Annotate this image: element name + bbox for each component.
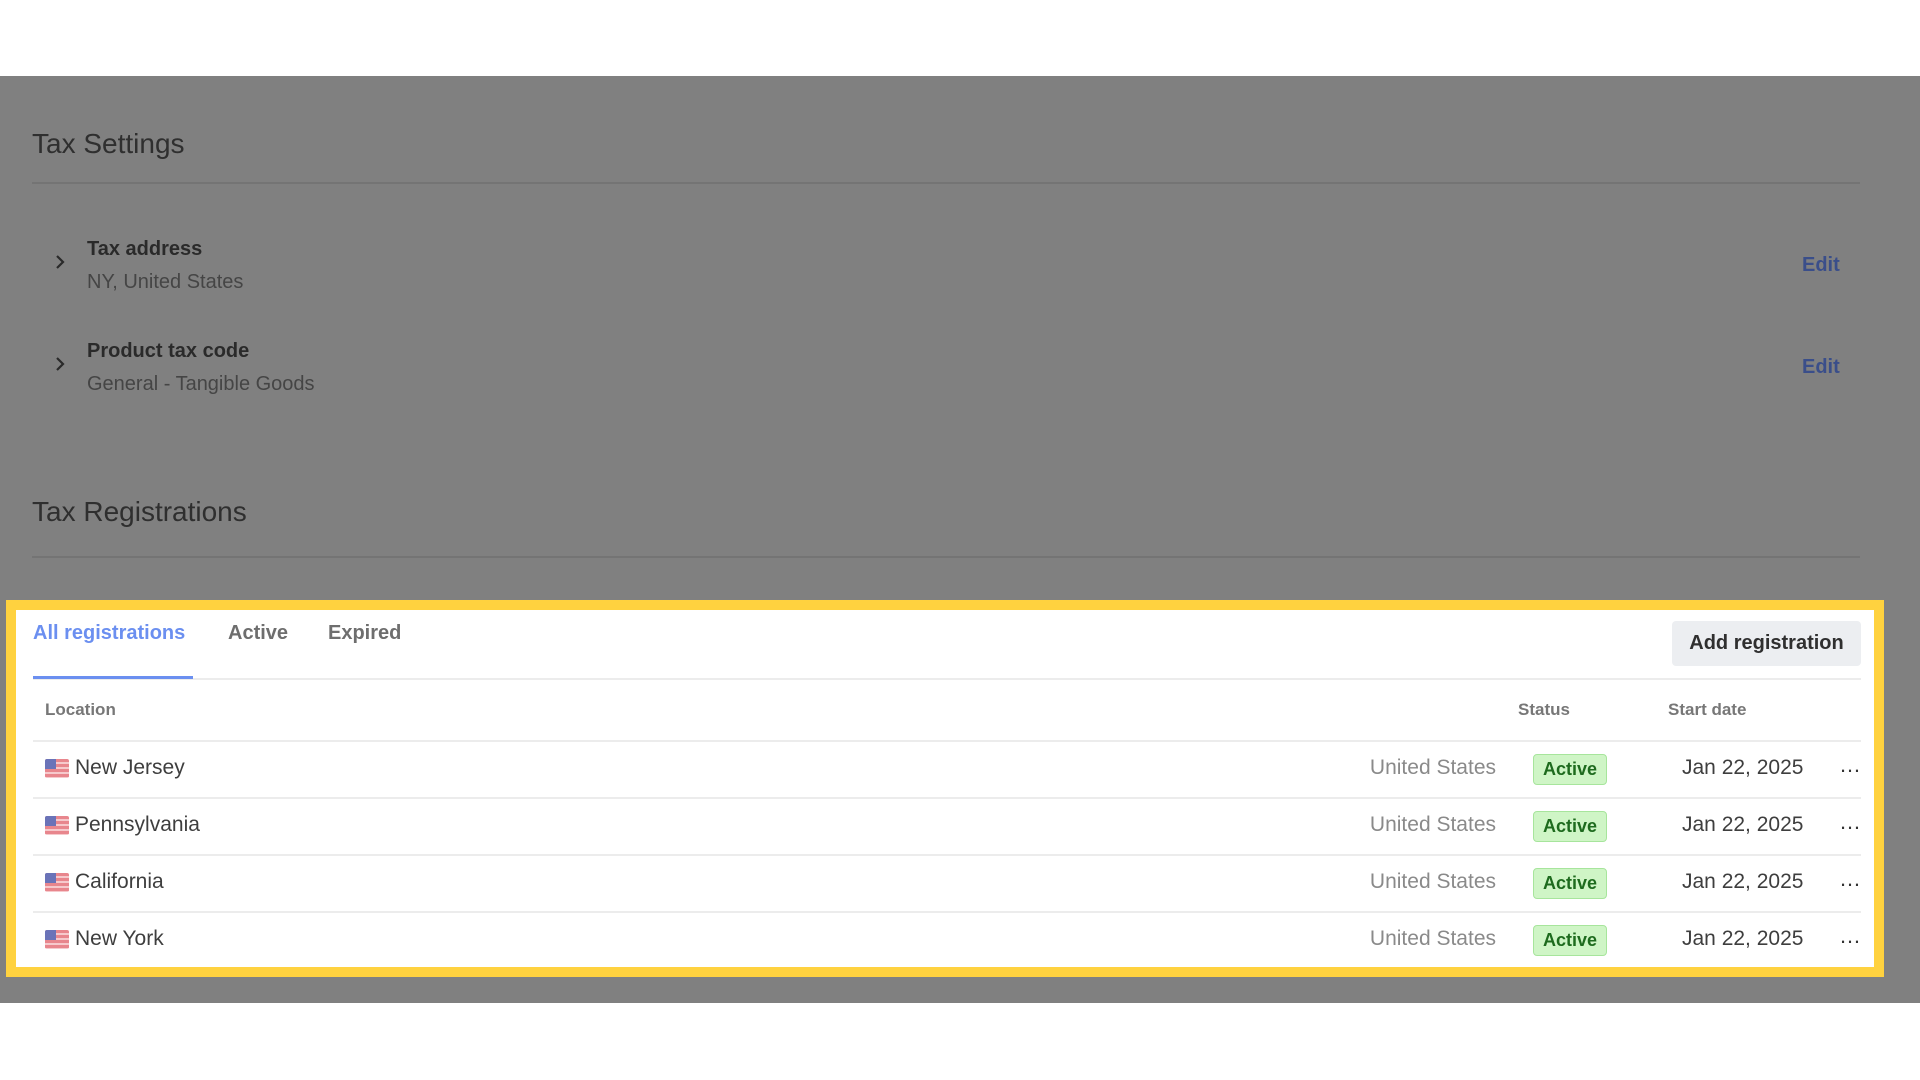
add-registration-button[interactable]: Add registration (1672, 621, 1861, 666)
more-options-icon[interactable]: … (1839, 866, 1862, 892)
more-options-icon[interactable]: … (1839, 923, 1862, 949)
column-header-status[interactable]: Status (1518, 700, 1570, 720)
start-date: Jan 22, 2025 (1682, 927, 1804, 950)
edit-tax-address-link[interactable]: Edit (1802, 254, 1840, 277)
status-badge: Active (1533, 868, 1607, 899)
tab-active[interactable]: Active (228, 622, 288, 645)
table-row[interactable]: New York United States Active Jan 22, 20… (33, 913, 1861, 968)
start-date: Jan 22, 2025 (1682, 813, 1804, 836)
edit-product-tax-code-link[interactable]: Edit (1802, 356, 1840, 379)
column-header-location[interactable]: Location (45, 700, 116, 720)
divider (32, 182, 1860, 184)
table-row[interactable]: New Jersey United States Active Jan 22, … (33, 742, 1861, 797)
more-options-icon[interactable]: … (1839, 809, 1862, 835)
us-flag-icon (45, 873, 69, 892)
product-tax-code-setting[interactable]: Product tax code General - Tangible Good… (0, 340, 1920, 410)
product-tax-code-label: Product tax code (87, 340, 250, 362)
location-name: New York (75, 927, 164, 950)
tax-address-value: NY, United States (87, 271, 244, 293)
us-flag-icon (45, 759, 69, 778)
status-badge: Active (1533, 811, 1607, 842)
more-options-icon[interactable]: … (1839, 752, 1862, 778)
column-header-start-date[interactable]: Start date (1668, 700, 1746, 720)
country-name: United States (1369, 756, 1496, 779)
country-name: United States (1369, 927, 1496, 950)
registrations-panel: All registrations Active Expired Add reg… (16, 610, 1874, 967)
table-row[interactable]: Pennsylvania United States Active Jan 22… (33, 799, 1861, 854)
start-date: Jan 22, 2025 (1682, 870, 1804, 893)
status-badge: Active (1533, 925, 1607, 956)
active-tab-indicator (33, 676, 193, 679)
location-name: New Jersey (75, 756, 185, 779)
country-name: United States (1369, 813, 1496, 836)
location-name: Pennsylvania (75, 813, 200, 836)
us-flag-icon (45, 930, 69, 949)
tax-settings-title: Tax Settings (32, 128, 185, 159)
tab-expired[interactable]: Expired (328, 622, 401, 645)
status-badge: Active (1533, 754, 1607, 785)
tax-address-setting[interactable]: Tax address NY, United States Edit (0, 238, 1920, 308)
tax-registrations-title: Tax Registrations (32, 496, 247, 527)
divider (32, 556, 1860, 558)
tax-address-label: Tax address (87, 238, 203, 260)
country-name: United States (1369, 870, 1496, 893)
tab-all-registrations[interactable]: All registrations (33, 622, 185, 645)
table-row[interactable]: California United States Active Jan 22, … (33, 856, 1861, 911)
chevron-right-icon[interactable] (50, 354, 70, 374)
chevron-right-icon[interactable] (50, 252, 70, 272)
product-tax-code-value: General - Tangible Goods (87, 373, 315, 395)
us-flag-icon (45, 816, 69, 835)
location-name: California (75, 870, 164, 893)
start-date: Jan 22, 2025 (1682, 756, 1804, 779)
tabs-divider (33, 678, 1861, 680)
